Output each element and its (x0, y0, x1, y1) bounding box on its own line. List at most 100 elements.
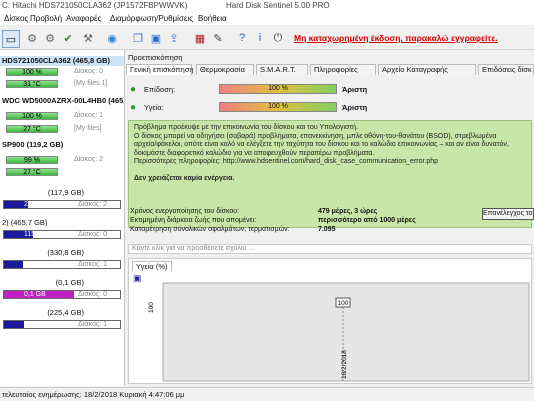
volume-used: 24,8 GB (24, 201, 50, 208)
message-line: δοκιμάστε διαφορετικό καλώδιο για να απο… (134, 149, 375, 157)
volume-used: 37,9 GB (24, 321, 50, 328)
tab-smart[interactable]: S.M.A.R.T. (256, 64, 308, 75)
temp-bar: 27 °C (6, 125, 58, 133)
disk-health-row: 100 % Δίσκος: 0 (0, 68, 124, 79)
volume-bar: 0,1 GB Δίσκος: 0 (3, 290, 121, 299)
menu-reports[interactable]: Αναφορές (66, 14, 101, 23)
volume-header[interactable]: 2) (465,7 GB) (0, 218, 124, 228)
check-circle-icon: ● (130, 84, 137, 95)
performance-label: Επίδοση: (144, 85, 176, 94)
register-link[interactable]: Μη καταχωρημένη έκδοση, παρακαλώ εγγραφε… (294, 33, 498, 43)
volume-bar: 37,9 GB Δίσκος: 1 (3, 320, 121, 329)
tab-overview[interactable]: Γενική επισκόπηση (126, 64, 194, 75)
power-icon[interactable]: ⏻ (270, 30, 286, 46)
tab-log[interactable]: Αρχείο Καταγραφής (378, 64, 476, 75)
stat-value: περισσότερο από 1000 μέρες (318, 217, 416, 224)
volume-disk: Δίσκος: 2 (78, 201, 108, 208)
check-circle-icon: ● (130, 102, 137, 113)
volume-header[interactable]: (0,1 GB) (0, 278, 124, 288)
health-value: 100 % (268, 103, 288, 110)
message-line: Ο δίσκος μπορεί να οδηγήσει (σοβαρά) προ… (134, 132, 497, 140)
disk-list-panel: HDS721050CLA362 (465,8 GB) 100 % Δίσκος:… (0, 50, 125, 386)
menu-disk[interactable]: Δίσκος (4, 14, 28, 23)
volume-used: 53,5 GB (24, 261, 50, 268)
volume-used: 115,4 GB (24, 231, 54, 238)
disk-health-row: 100 % Δίσκος: 1 (0, 112, 124, 123)
status-bar: τελευταίος ενημέρωσης: 18/2/2018 Κυριακή… (0, 387, 534, 401)
x-tick-label: 18/2/2018 (341, 350, 348, 379)
health-bar: 99 % (6, 156, 58, 164)
settings-icon[interactable]: ✎ (210, 30, 226, 46)
stat-value: 7.095 (318, 226, 336, 233)
y-tick-label: 100 (148, 302, 155, 313)
tab-temperature[interactable]: Θερμοκρασία (196, 64, 254, 75)
volume-disk: Δίσκος: 1 (78, 321, 108, 328)
performance-rating: Άριστη (342, 85, 368, 94)
stat-label: Εκτιμημένη διάρκεια ζωής που απομένει: (130, 217, 257, 224)
help-icon[interactable]: ? (234, 30, 250, 46)
overview-label: Προεπισκόπηση (128, 53, 183, 62)
tools-icon[interactable]: ⚒ (80, 30, 96, 46)
app-title: Hard Disk Sentinel 5.00 PRO (226, 1, 330, 10)
tab-information[interactable]: Πληροφορίες (310, 64, 376, 75)
message-line: Πρόβλημα προέκυψε με την επικοινωνία του… (134, 124, 358, 131)
health-bar: 100 % (6, 112, 58, 120)
disk-temp-row: 31 °C [My files 1] (0, 80, 124, 91)
volume-bar: 115,4 GB Δίσκος: 0 (3, 230, 121, 239)
save-icon[interactable]: ▣ (148, 30, 164, 46)
volume-bar: 53,5 GB Δίσκος: 1 (3, 260, 121, 269)
volume-used: 0,1 GB (24, 291, 46, 298)
globe-icon[interactable]: ◉ (104, 30, 120, 46)
health-label: Υγεία: (144, 103, 164, 112)
disk-header[interactable]: WDC WD5000AZRX-00L4HB0 (465,8 GB) (0, 96, 124, 106)
health-rating: Άριστη (342, 103, 368, 112)
message-line: αρχεία/φάκελοι, οπότε είναι καλό να ελέγ… (134, 141, 509, 148)
menu-view[interactable]: Προβολή (30, 14, 62, 23)
health-bar: 100 % (219, 102, 337, 112)
volume-used-fill (4, 321, 24, 328)
info-icon[interactable]: i (252, 30, 268, 46)
disk-temp-row: 27 °C [My files] (0, 125, 124, 136)
disk-header[interactable]: SP900 (119,2 GB) (0, 140, 124, 150)
disk-icon[interactable]: ▭ (2, 30, 20, 48)
overview-panel: Προεπισκόπηση Γενική επισκόπηση Θερμοκρα… (126, 50, 534, 386)
health-chart: 100 18/2/2018 100 (148, 282, 530, 382)
menu-bar: Δίσκος Προβολή Αναφορές Διαμόρφωση/Ρυθμί… (0, 12, 534, 25)
health-chart-panel: Υγεία (%) ▣ 100 18/2/2018 100 (128, 258, 532, 384)
volume-header[interactable]: (117,9 GB) (0, 188, 124, 198)
menu-help[interactable]: Βοήθεια (198, 14, 227, 23)
temp-bar: 31 °C (6, 80, 58, 88)
message-action: Δεν χρειάζεται καμία ενέργεια. (134, 174, 235, 182)
disk-health-row: 99 % Δίσκος: 2 (0, 156, 124, 167)
copy-icon[interactable]: ❐ (130, 30, 146, 46)
menu-settings[interactable]: Διαμόρφωση/Ρυθμίσεις (110, 14, 193, 23)
check-icon[interactable]: ✔ (60, 30, 76, 46)
volume-header[interactable]: (225,4 GB) (0, 308, 124, 318)
stat-label: Χρόνος ενεργοποίησης του δίσκου: (130, 208, 240, 215)
temp-bar: 27 °C (6, 168, 58, 176)
message-line: Περισσότερες πληροφορίες: http://www.hds… (134, 158, 439, 165)
disk-files-label: [My files] (74, 125, 102, 132)
disk-index: Δίσκος: 0 (74, 68, 104, 75)
health-bar: 100 % (6, 68, 58, 76)
comment-input[interactable]: Κάντε κλικ για να προσθέσετε σχόλιο ... (128, 244, 532, 254)
chart-data-label: 100 (338, 300, 349, 307)
volume-disk: Δίσκος: 0 (78, 291, 108, 298)
report-icon[interactable]: ▦ (192, 30, 208, 46)
disk-index: Δίσκος: 2 (74, 156, 104, 163)
disk-temp-row: 27 °C (0, 168, 124, 179)
scan-icon[interactable]: ⚙ (24, 30, 40, 46)
test-icon[interactable]: ⚙ (42, 30, 58, 46)
disk-index: Δίσκος: 1 (74, 112, 104, 119)
volume-disk: Δίσκος: 0 (78, 231, 108, 238)
tab-disk-performance[interactable]: Επιδόσεις δίσκ (478, 64, 534, 75)
performance-bar: 100 % (219, 84, 337, 94)
stat-value: 479 μέρες, 3 ώρες (318, 208, 378, 215)
volume-header[interactable]: (330,8 GB) (0, 248, 124, 258)
performance-value: 100 % (268, 85, 288, 92)
retest-button[interactable]: Επανέλεγχος του (482, 208, 534, 220)
export-icon[interactable]: ⇪ (166, 30, 182, 46)
volume-used-fill (4, 261, 23, 268)
disk-header[interactable]: HDS721050CLA362 (465,8 GB) (0, 56, 124, 66)
volume-disk: Δίσκος: 1 (78, 261, 108, 268)
